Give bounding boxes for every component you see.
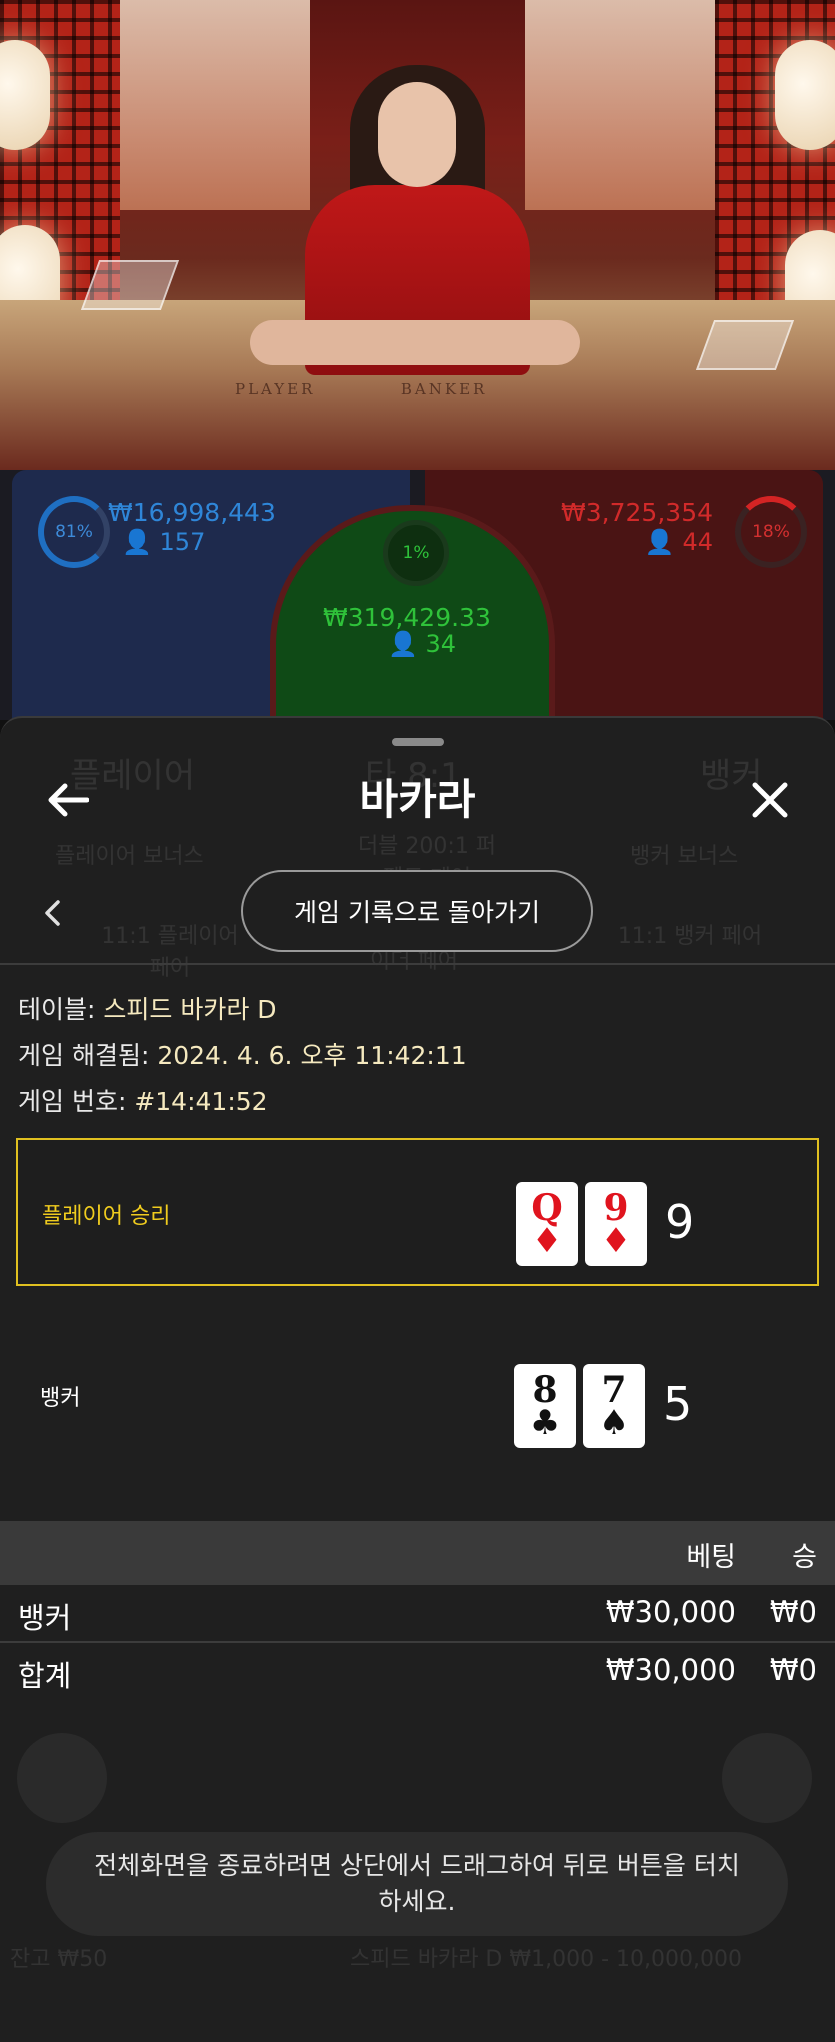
bg-banker-pair: 11:1 뱅커 페어 xyxy=(617,924,763,949)
divider xyxy=(0,963,835,965)
game-detail-sheet: 플레이어 타 8:1 뱅커 플레이어 보너스 뱅커 보너스 더블 200:1 퍼… xyxy=(0,716,835,2042)
resolved-info: 게임 해결됨: 2024. 4. 6. 오후 11:42:11 xyxy=(18,1041,467,1070)
bg-balance: 잔고 ₩50 xyxy=(10,1947,108,1972)
lantern-decoration xyxy=(0,40,50,150)
bet-column-header: 베팅 xyxy=(686,1542,736,1573)
blossom-screen xyxy=(120,0,310,210)
user-icon: 👤 xyxy=(122,528,152,556)
chevron-left-icon[interactable] xyxy=(32,888,72,938)
bet-zones: 81% ₩16,998,443 👤 157 ₩3,725,354 👤 44 18… xyxy=(0,470,835,765)
game-number-info: 게임 번호: #14:41:52 xyxy=(18,1087,268,1116)
banker-score: 5 xyxy=(663,1377,693,1431)
player-result-label: 플레이어 승리 xyxy=(42,1204,171,1229)
table-row-total: 합계 ₩30,000 ₩0 xyxy=(0,1643,835,1699)
playing-card: 9 ♦ xyxy=(585,1182,647,1266)
bg-chip-button xyxy=(17,1733,107,1823)
bg-menu-button xyxy=(722,1733,812,1823)
blossom-screen xyxy=(525,0,715,210)
playing-card: 7 ♠ xyxy=(583,1364,645,1448)
tie-percent-ring: 1% xyxy=(383,520,449,586)
bg-player-bonus: 플레이어 보너스 xyxy=(55,844,204,869)
playing-card: 8 ♣ xyxy=(514,1364,576,1448)
table-row: 뱅커 ₩30,000 ₩0 xyxy=(0,1585,835,1641)
sheet-title: 바카라 xyxy=(359,775,476,824)
bg-table-limits: 스피드 바카라 D ₩1,000 - 10,000,000 xyxy=(350,1947,742,1972)
club-suit-icon: ♣ xyxy=(529,1403,561,1443)
tie-total-amount: ₩319,429.33 xyxy=(323,603,491,632)
player-bettor-count: 👤 157 xyxy=(122,528,206,556)
player-total-amount: ₩16,998,443 xyxy=(108,498,276,527)
spade-suit-icon: ♠ xyxy=(598,1403,630,1443)
table-info: 테이블: 스피드 바카라 D xyxy=(18,995,277,1024)
user-icon: 👤 xyxy=(388,630,418,658)
banker-bettor-count: 👤 44 xyxy=(644,528,713,556)
player-score: 9 xyxy=(665,1195,695,1249)
banker-result-label: 뱅커 xyxy=(40,1386,81,1411)
win-column-header: 승 xyxy=(792,1542,817,1573)
bg-banker-bonus: 뱅커 보너스 xyxy=(630,844,739,869)
banker-hand-row: 뱅커 8 ♣ 7 ♠ 5 xyxy=(16,1322,819,1470)
player-percent-ring: 81% xyxy=(38,496,110,568)
playing-card: Q ♦ xyxy=(516,1182,578,1266)
diamond-suit-icon: ♦ xyxy=(600,1221,632,1261)
bg-player-pair: 11:1 플레이어 페어 xyxy=(101,924,239,981)
tie-bettor-count: 👤 34 xyxy=(388,630,457,658)
fullscreen-exit-toast: 전체화면을 종료하려면 상단에서 드래그하여 뒤로 버튼을 터치하세요. xyxy=(46,1832,788,1936)
user-icon: 👤 xyxy=(644,528,675,556)
bets-table-header: 베팅 승 xyxy=(0,1521,835,1585)
live-video: PLAYER BANKER xyxy=(0,0,835,470)
banker-total-amount: ₩3,725,354 xyxy=(561,498,713,527)
dealer-arms xyxy=(250,320,580,365)
table-felt-text: PLAYER BANKER xyxy=(235,380,488,398)
drag-handle[interactable] xyxy=(392,738,444,746)
back-to-history-button[interactable]: 게임 기록으로 돌아가기 xyxy=(241,870,593,952)
diamond-suit-icon: ♦ xyxy=(531,1221,563,1261)
player-hand-row: 플레이어 승리 Q ♦ 9 ♦ 9 xyxy=(16,1138,819,1286)
lantern-decoration xyxy=(775,40,835,150)
banker-percent-ring: 18% xyxy=(735,496,807,568)
close-icon[interactable] xyxy=(740,770,800,830)
dealer-face xyxy=(378,82,456,187)
